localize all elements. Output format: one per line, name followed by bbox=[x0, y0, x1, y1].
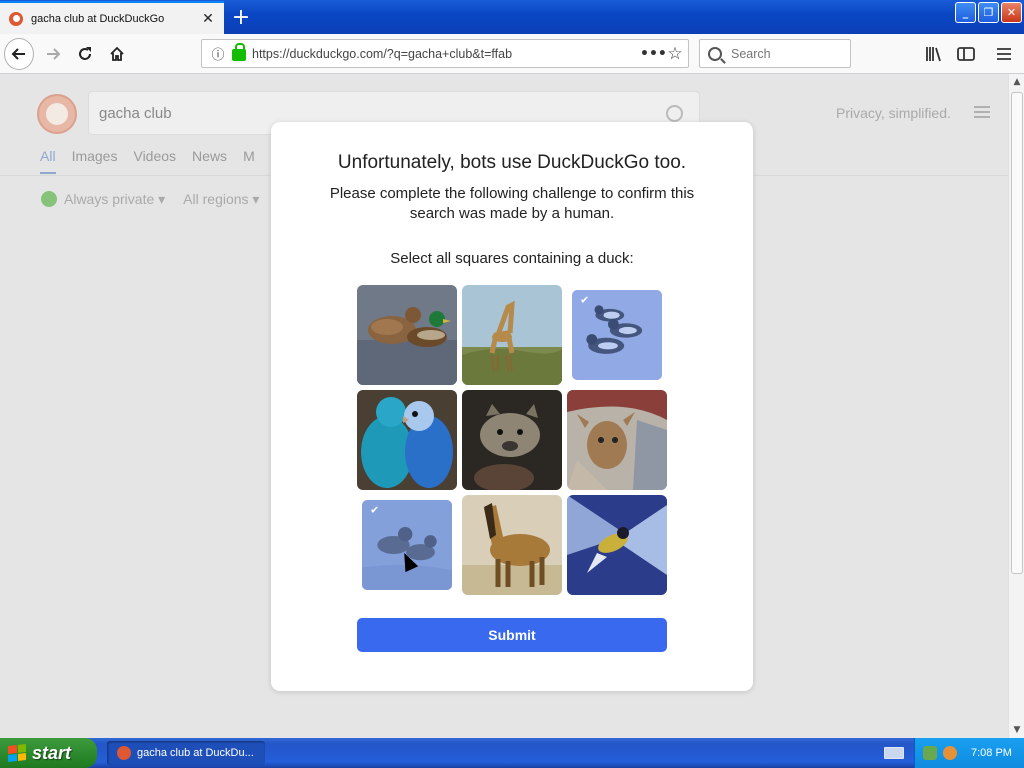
forward-arrow-icon bbox=[47, 48, 61, 60]
taskbar: start gacha club at DuckDu... 7:08 PM bbox=[0, 738, 1024, 768]
taskbar-window-label: gacha club at DuckDu... bbox=[137, 747, 254, 759]
browser-search-box[interactable] bbox=[699, 39, 851, 68]
tray-search-icon[interactable] bbox=[943, 746, 957, 760]
page-actions-icon[interactable]: ••• bbox=[640, 46, 667, 62]
system-tray: 7:08 PM bbox=[914, 738, 1024, 768]
challenge-prompt: Select all squares containing a duck: bbox=[390, 250, 634, 267]
new-tab-button[interactable]: + bbox=[228, 4, 254, 30]
tile-horse[interactable] bbox=[462, 495, 562, 595]
tab-all[interactable]: All bbox=[40, 148, 56, 174]
tile-mallard-ducks[interactable] bbox=[357, 285, 457, 385]
browser-task-icon bbox=[117, 746, 131, 760]
tray-network-icon[interactable] bbox=[923, 746, 937, 760]
start-button[interactable]: start bbox=[0, 738, 97, 768]
duckduckgo-logo-icon[interactable] bbox=[37, 94, 77, 134]
taskbar-window-button[interactable]: gacha club at DuckDu... bbox=[107, 741, 265, 765]
image-grid: ✔ ✔ bbox=[357, 285, 667, 595]
browser-search-input[interactable] bbox=[731, 46, 841, 61]
bookmark-star-icon[interactable]: ☆ bbox=[662, 44, 688, 64]
tile-bird-flight[interactable] bbox=[567, 495, 667, 595]
back-button[interactable] bbox=[4, 38, 34, 70]
tab-title: gacha club at DuckDuckGo bbox=[31, 12, 165, 25]
selected-check-icon: ✔ bbox=[370, 503, 380, 517]
browser-tab[interactable]: gacha club at DuckDuckGo ✕ bbox=[0, 1, 224, 34]
maximize-button[interactable]: ❐ bbox=[978, 2, 999, 23]
address-bar[interactable]: ⓘ https://duckduckgo.com/?q=gacha+club&t… bbox=[201, 39, 689, 68]
selected-check-icon: ✔ bbox=[580, 293, 590, 307]
privacy-filter[interactable]: Always private ▾ bbox=[41, 191, 165, 208]
window-controls: _ ❐ ✕ bbox=[955, 2, 1022, 23]
back-arrow-icon bbox=[4, 38, 34, 70]
submit-button[interactable]: Submit bbox=[357, 618, 667, 652]
check-icon bbox=[41, 191, 57, 207]
menu-icon[interactable] bbox=[992, 42, 1016, 66]
result-tabs: All Images Videos News M bbox=[40, 148, 255, 174]
scroll-thumb[interactable] bbox=[1011, 92, 1023, 574]
tab-close-icon[interactable]: ✕ bbox=[198, 9, 218, 29]
filter-row: Always private ▾ All regions ▾ bbox=[41, 191, 259, 208]
tile-ducks-water[interactable]: ✔ bbox=[572, 290, 662, 380]
home-button[interactable] bbox=[102, 39, 132, 69]
scroll-up-arrow-icon[interactable]: ▲ bbox=[1009, 74, 1024, 90]
reload-icon bbox=[79, 47, 91, 60]
page-scrollbar[interactable]: ▲ ▼ bbox=[1008, 74, 1024, 738]
lock-icon[interactable] bbox=[232, 43, 246, 61]
region-filter[interactable]: All regions ▾ bbox=[183, 191, 259, 208]
tagline: Privacy, simplified. bbox=[836, 105, 951, 121]
page-menu-icon[interactable] bbox=[974, 106, 990, 118]
tab-more[interactable]: M bbox=[243, 148, 255, 174]
keyboard-layout-icon[interactable] bbox=[884, 747, 904, 759]
bot-challenge-dialog: Unfortunately, bots use DuckDuckGo too. … bbox=[271, 122, 753, 691]
tile-ducklings[interactable]: ✔ bbox=[362, 500, 452, 590]
clock: 7:08 PM bbox=[971, 747, 1012, 759]
sidebar-icon[interactable] bbox=[954, 42, 978, 66]
tab-images[interactable]: Images bbox=[72, 148, 118, 174]
tile-deer[interactable] bbox=[567, 390, 667, 490]
site-info-icon[interactable]: ⓘ bbox=[206, 44, 230, 63]
tab-news[interactable]: News bbox=[192, 148, 227, 174]
dialog-subtitle: Please complete the following challenge … bbox=[329, 185, 695, 222]
privacy-filter-label: Always private ▾ bbox=[64, 191, 166, 207]
navigation-toolbar: ⓘ https://duckduckgo.com/?q=gacha+club&t… bbox=[0, 34, 1024, 74]
tile-hyena[interactable] bbox=[462, 390, 562, 490]
tab-videos[interactable]: Videos bbox=[133, 148, 176, 174]
home-icon bbox=[110, 46, 124, 61]
browser-tab-strip: gacha club at DuckDuckGo ✕ + _ ❐ ✕ bbox=[0, 0, 1024, 34]
dialog-title: Unfortunately, bots use DuckDuckGo too. bbox=[337, 152, 687, 173]
reload-button[interactable] bbox=[70, 39, 100, 69]
page-search-icon[interactable] bbox=[666, 104, 683, 122]
windows-flag-icon bbox=[8, 744, 26, 762]
tile-giraffe[interactable] bbox=[462, 285, 562, 385]
scroll-down-arrow-icon[interactable]: ▼ bbox=[1009, 722, 1024, 738]
start-label: start bbox=[32, 742, 72, 763]
close-window-button[interactable]: ✕ bbox=[1001, 2, 1022, 23]
search-icon bbox=[708, 46, 722, 61]
library-icon[interactable] bbox=[922, 42, 946, 66]
minimize-button[interactable]: _ bbox=[955, 2, 976, 23]
query-text[interactable]: gacha club bbox=[99, 105, 666, 122]
duckduckgo-favicon-icon bbox=[9, 11, 23, 26]
url-text[interactable]: https://duckduckgo.com/?q=gacha+club&t=f… bbox=[252, 47, 640, 61]
forward-button[interactable] bbox=[38, 39, 68, 69]
tile-budgies[interactable] bbox=[357, 390, 457, 490]
